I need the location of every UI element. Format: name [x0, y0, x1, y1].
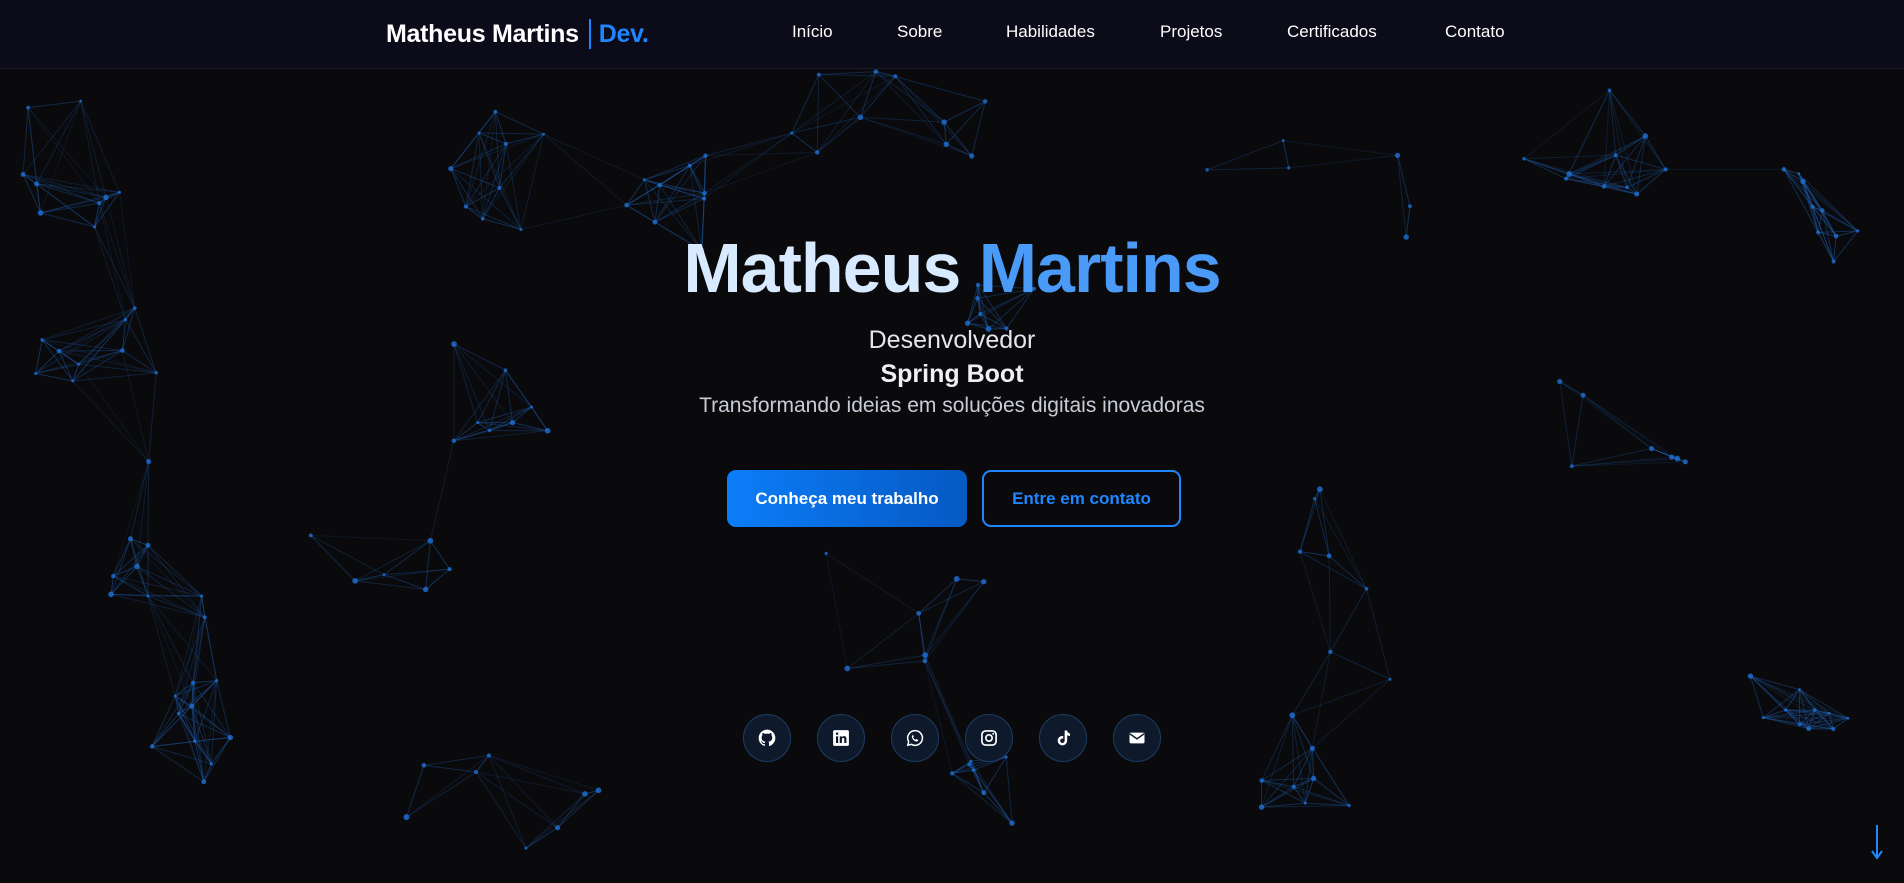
- contact-button[interactable]: Entre em contato: [982, 470, 1181, 527]
- navbar: Matheus Martins Dev. Início Sobre Habili…: [0, 0, 1904, 69]
- nav-link-inicio[interactable]: Início: [792, 22, 833, 42]
- instagram-icon: [981, 730, 997, 746]
- github-icon: [758, 729, 776, 747]
- whatsapp-icon: [906, 729, 924, 747]
- tiktok-icon: [1057, 730, 1070, 746]
- nav-link-certificados[interactable]: Certificados: [1287, 22, 1377, 42]
- nav-links: Início Sobre Habilidades Projetos Certif…: [0, 22, 1904, 46]
- hero-first-name: Matheus: [683, 229, 961, 307]
- hero-stack: Spring Boot: [880, 360, 1024, 388]
- email-icon: [1129, 732, 1145, 744]
- page: Matheus Martins Dev. Início Sobre Habili…: [0, 0, 1904, 883]
- view-work-button[interactable]: Conheça meu trabalho: [727, 470, 967, 527]
- nav-link-habilidades[interactable]: Habilidades: [1006, 22, 1095, 42]
- hero-last-name: Martins: [978, 229, 1222, 307]
- hero-title: Matheus Martins: [0, 228, 1904, 308]
- github-link[interactable]: [743, 714, 791, 762]
- hero-tagline: Transformando ideias em soluções digitai…: [699, 394, 1205, 417]
- whatsapp-link[interactable]: [891, 714, 939, 762]
- tiktok-link[interactable]: [1039, 714, 1087, 762]
- arrow-down-icon[interactable]: [1870, 824, 1884, 860]
- instagram-link[interactable]: [965, 714, 1013, 762]
- email-link[interactable]: [1113, 714, 1161, 762]
- nav-link-contato[interactable]: Contato: [1445, 22, 1505, 42]
- hero-role: Desenvolvedor: [868, 326, 1036, 354]
- nav-link-sobre[interactable]: Sobre: [897, 22, 942, 42]
- nav-link-projetos[interactable]: Projetos: [1160, 22, 1222, 42]
- linkedin-link[interactable]: [817, 714, 865, 762]
- linkedin-icon: [833, 730, 849, 746]
